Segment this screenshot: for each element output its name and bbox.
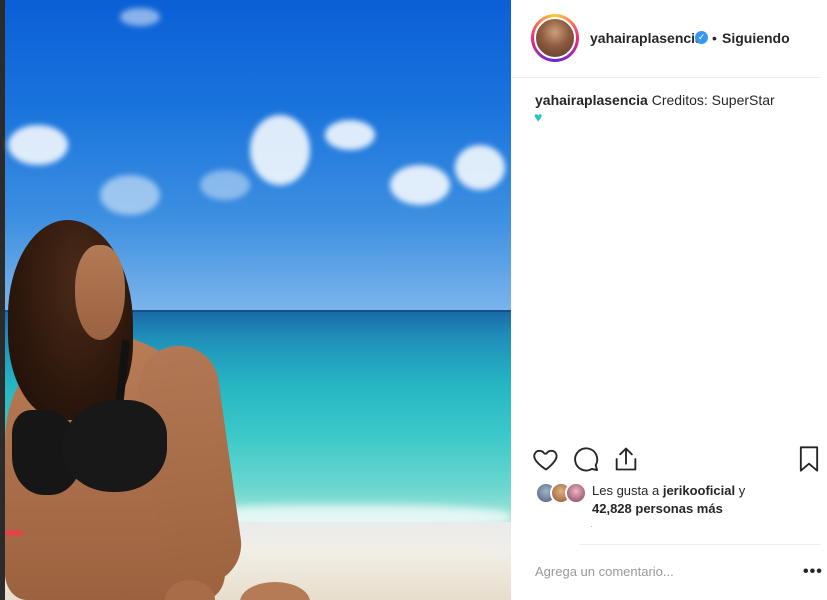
post-header: yahairaplasencia ✓ • Siguiendo xyxy=(511,0,821,78)
photo-cloud xyxy=(100,175,160,215)
photo-cloud xyxy=(200,170,250,200)
like-button[interactable] xyxy=(532,445,562,475)
story-ring[interactable] xyxy=(531,14,579,62)
post-side-panel: yahairaplasencia ✓ • Siguiendo yahairapl… xyxy=(511,0,827,600)
caption-text: Creditos: SuperStar xyxy=(651,92,775,108)
comment-icon xyxy=(574,447,599,472)
likes-count-link[interactable]: 42,828 personas más xyxy=(592,501,723,516)
photo-cloud xyxy=(390,165,450,205)
post-photo[interactable] xyxy=(0,0,511,600)
avatar xyxy=(565,482,587,504)
bookmark-icon xyxy=(799,446,819,472)
photo-person-face xyxy=(75,245,125,340)
likes-tail: personas más xyxy=(635,501,723,516)
post-caption: yahairaplasencia Creditos: SuperStar xyxy=(535,91,815,109)
caption-username[interactable]: yahairaplasencia xyxy=(535,92,648,108)
photo-cloud xyxy=(455,145,505,190)
photo-bikini xyxy=(62,400,167,492)
more-options-button[interactable]: ••• xyxy=(803,563,823,581)
likes-prefix: Les gusta a xyxy=(592,483,660,498)
photo-cloud xyxy=(120,8,160,26)
verified-badge-icon: ✓ xyxy=(695,31,708,44)
heart-icon xyxy=(533,449,558,471)
share-button[interactable] xyxy=(612,445,642,475)
following-button[interactable]: Siguiendo xyxy=(722,30,790,46)
liker-username-link[interactable]: jerikooficial xyxy=(663,483,735,498)
avatar[interactable] xyxy=(534,17,576,59)
likes-suffix: y xyxy=(738,483,746,498)
photo-bracelet xyxy=(5,530,23,536)
photo-cloud xyxy=(8,125,68,165)
likes-count: 42,828 xyxy=(592,501,632,516)
divider xyxy=(579,544,821,545)
post-timestamp: · xyxy=(590,522,593,531)
liker-avatars[interactable] xyxy=(535,482,595,506)
photo-cloud xyxy=(250,115,310,185)
username-link[interactable]: yahairaplasencia xyxy=(590,30,703,46)
share-icon xyxy=(615,447,637,471)
comment-input[interactable]: Agrega un comentario... xyxy=(535,564,674,579)
likes-summary: Les gusta a jerikooficial y 42,828 perso… xyxy=(592,482,792,518)
post-actions xyxy=(511,445,827,479)
save-button[interactable] xyxy=(795,445,825,475)
heart-emoji-icon: ♥ xyxy=(534,109,543,125)
comment-button[interactable] xyxy=(572,445,602,475)
photo-cloud xyxy=(325,120,375,150)
separator-dot: • xyxy=(712,30,717,46)
